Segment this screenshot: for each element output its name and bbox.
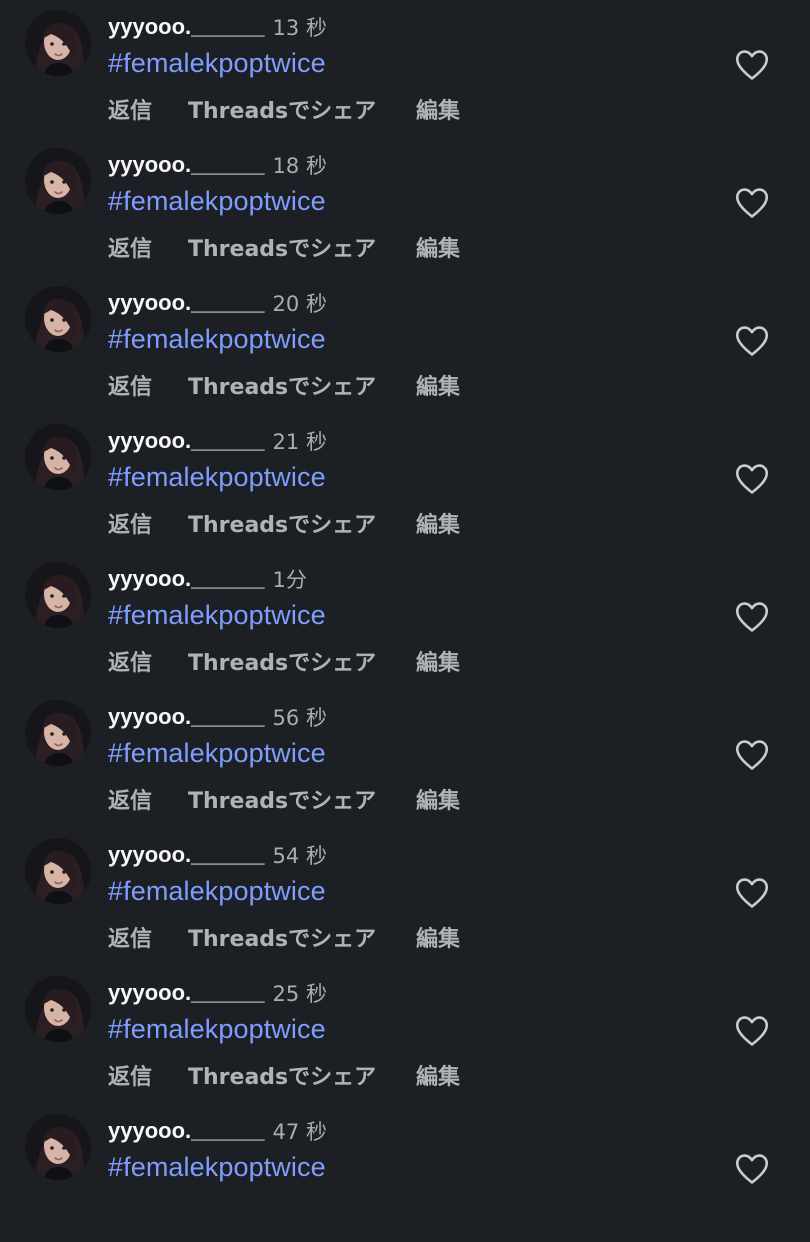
hashtag-link[interactable]: #femalekpoptwice [108,462,326,493]
comment-actions: 返信 Threadsでシェア 編集 [108,921,476,953]
comment-meta: yyyooo.______ 18 秒 [108,151,327,179]
comment-actions: 返信 Threadsでシェア 編集 [108,645,476,677]
comment-item: yyyooo.______ 47 秒 #femalekpoptwice [0,1104,810,1242]
profile-avatar-icon[interactable] [25,286,91,352]
share-threads-button[interactable]: Threadsでシェア [188,231,416,263]
edit-button[interactable]: 編集 [416,1059,476,1091]
reply-button[interactable]: 返信 [108,369,188,401]
comment-item: yyyooo.______ 56 秒 #femalekpoptwice 返信 T… [0,690,810,828]
edit-button[interactable]: 編集 [416,507,476,539]
heart-outline-icon[interactable] [735,1015,769,1047]
profile-avatar-icon[interactable] [25,700,91,766]
comment-time: 1分 [272,568,307,592]
comment-item: yyyooo.______ 18 秒 #femalekpoptwice 返信 T… [0,138,810,276]
comment-meta: yyyooo.______ 1分 [108,565,307,593]
comment-time: 56 秒 [272,706,327,730]
heart-outline-icon[interactable] [735,1153,769,1185]
profile-avatar-icon[interactable] [25,562,91,628]
comment-meta: yyyooo.______ 21 秒 [108,427,327,455]
profile-avatar-icon[interactable] [25,148,91,214]
edit-button[interactable]: 編集 [416,369,476,401]
profile-avatar-icon[interactable] [25,1114,91,1180]
comment-item: yyyooo.______ 13 秒 #femalekpoptwice 返信 T… [0,0,810,138]
heart-outline-icon[interactable] [735,601,769,633]
reply-button[interactable]: 返信 [108,1059,188,1091]
profile-avatar-icon[interactable] [25,424,91,490]
username[interactable]: yyyooo.______ [108,152,265,178]
comment-time: 25 秒 [272,982,327,1006]
username[interactable]: yyyooo.______ [108,1118,265,1144]
username[interactable]: yyyooo.______ [108,842,265,868]
reply-button[interactable]: 返信 [108,783,188,815]
comment-actions: 返信 Threadsでシェア 編集 [108,231,476,263]
reply-button[interactable]: 返信 [108,93,188,125]
profile-avatar-icon[interactable] [25,976,91,1042]
reply-button[interactable]: 返信 [108,231,188,263]
share-threads-button[interactable]: Threadsでシェア [188,93,416,125]
comment-list: yyyooo.______ 13 秒 #femalekpoptwice 返信 T… [0,0,810,1200]
comment-meta: yyyooo.______ 25 秒 [108,979,327,1007]
comment-time: 54 秒 [272,844,327,868]
username[interactable]: yyyooo.______ [108,428,265,454]
edit-button[interactable]: 編集 [416,783,476,815]
hashtag-link[interactable]: #femalekpoptwice [108,738,326,769]
hashtag-link[interactable]: #femalekpoptwice [108,48,326,79]
edit-button[interactable]: 編集 [416,231,476,263]
comment-actions: 返信 Threadsでシェア 編集 [108,507,476,539]
username[interactable]: yyyooo.______ [108,980,265,1006]
heart-outline-icon[interactable] [735,187,769,219]
heart-outline-icon[interactable] [735,739,769,771]
comment-item: yyyooo.______ 25 秒 #femalekpoptwice 返信 T… [0,966,810,1104]
edit-button[interactable]: 編集 [416,93,476,125]
hashtag-link[interactable]: #femalekpoptwice [108,1152,326,1183]
heart-outline-icon[interactable] [735,877,769,909]
username[interactable]: yyyooo.______ [108,290,265,316]
reply-button[interactable]: 返信 [108,507,188,539]
share-threads-button[interactable]: Threadsでシェア [188,921,416,953]
share-threads-button[interactable]: Threadsでシェア [188,369,416,401]
comment-meta: yyyooo.______ 47 秒 [108,1117,327,1145]
comment-item: yyyooo.______ 1分 #femalekpoptwice 返信 Thr… [0,552,810,690]
share-threads-button[interactable]: Threadsでシェア [188,783,416,815]
comment-meta: yyyooo.______ 54 秒 [108,841,327,869]
username[interactable]: yyyooo.______ [108,566,265,592]
edit-button[interactable]: 編集 [416,921,476,953]
edit-button[interactable]: 編集 [416,645,476,677]
comment-item: yyyooo.______ 21 秒 #femalekpoptwice 返信 T… [0,414,810,552]
share-threads-button[interactable]: Threadsでシェア [188,507,416,539]
reply-button[interactable]: 返信 [108,921,188,953]
comment-meta: yyyooo.______ 56 秒 [108,703,327,731]
comment-meta: yyyooo.______ 20 秒 [108,289,327,317]
share-threads-button[interactable]: Threadsでシェア [188,1059,416,1091]
hashtag-link[interactable]: #femalekpoptwice [108,600,326,631]
comment-time: 18 秒 [272,154,327,178]
comment-meta: yyyooo.______ 13 秒 [108,13,327,41]
hashtag-link[interactable]: #femalekpoptwice [108,186,326,217]
comment-actions: 返信 Threadsでシェア 編集 [108,369,476,401]
comment-actions: 返信 Threadsでシェア 編集 [108,93,476,125]
share-threads-button[interactable]: Threadsでシェア [188,645,416,677]
profile-avatar-icon[interactable] [25,10,91,76]
heart-outline-icon[interactable] [735,325,769,357]
hashtag-link[interactable]: #femalekpoptwice [108,876,326,907]
heart-outline-icon[interactable] [735,463,769,495]
comment-item: yyyooo.______ 54 秒 #femalekpoptwice 返信 T… [0,828,810,966]
reply-button[interactable]: 返信 [108,645,188,677]
username[interactable]: yyyooo.______ [108,14,265,40]
profile-avatar-icon[interactable] [25,838,91,904]
username[interactable]: yyyooo.______ [108,704,265,730]
comment-time: 20 秒 [272,292,327,316]
comment-time: 21 秒 [272,430,327,454]
comment-time: 47 秒 [272,1120,327,1144]
comment-item: yyyooo.______ 20 秒 #femalekpoptwice 返信 T… [0,276,810,414]
comment-time: 13 秒 [272,16,327,40]
hashtag-link[interactable]: #femalekpoptwice [108,1014,326,1045]
heart-outline-icon[interactable] [735,49,769,81]
comment-actions: 返信 Threadsでシェア 編集 [108,783,476,815]
hashtag-link[interactable]: #femalekpoptwice [108,324,326,355]
comment-actions: 返信 Threadsでシェア 編集 [108,1059,476,1091]
